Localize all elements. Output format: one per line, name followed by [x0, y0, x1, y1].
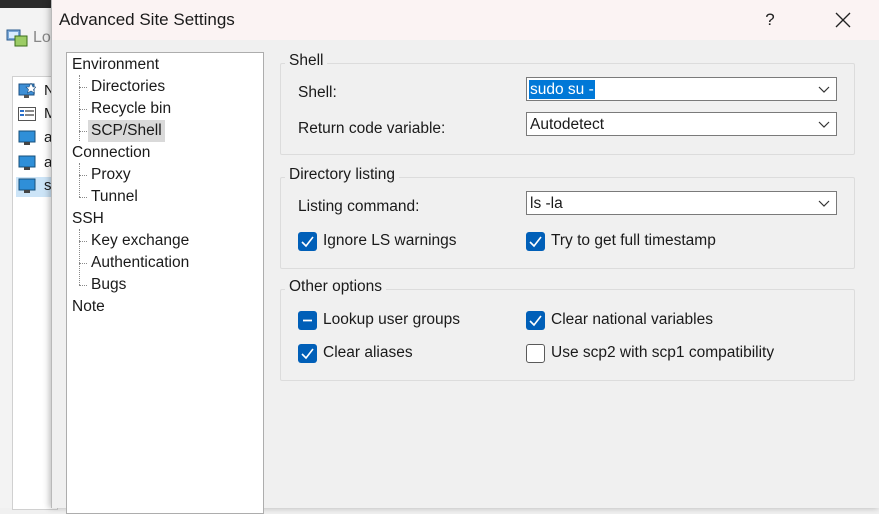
dialog-titlebar[interactable]: Advanced Site Settings ? [52, 0, 879, 40]
shell-combobox[interactable]: sudo su - [526, 77, 837, 101]
lookup-user-groups-checkbox[interactable]: Lookup user groups [298, 310, 498, 332]
site-list-item[interactable]: a [16, 129, 56, 149]
checkmark-icon [298, 344, 317, 363]
computer-icon [18, 178, 36, 193]
site-list-item-selected[interactable]: s [16, 177, 56, 197]
site-list-item[interactable]: M [16, 105, 57, 125]
help-button[interactable]: ? [752, 0, 788, 40]
scp2-compatibility-label: Use scp2 with scp1 compatibility [551, 344, 775, 361]
tree-item-connection[interactable]: Connection [72, 142, 150, 164]
computer-icon [18, 130, 36, 145]
dialog-title: Advanced Site Settings [59, 10, 235, 29]
tree-item-ssh[interactable]: SSH [72, 208, 104, 230]
full-timestamp-label: Try to get full timestamp [551, 232, 716, 249]
computer-icon [18, 155, 36, 170]
tree-connector [79, 87, 87, 88]
checkmark-icon [526, 232, 545, 251]
return-code-combobox[interactable]: Autodetect [526, 112, 837, 136]
tree-connector [79, 241, 87, 242]
shell-group-title: Shell [285, 52, 328, 70]
clear-national-variables-label: Clear national variables [551, 311, 713, 328]
tree-connector [79, 163, 80, 197]
tree-connector [79, 131, 87, 132]
other-options-group: Other options Lookup user groups Clear n… [280, 278, 855, 381]
chevron-down-icon[interactable] [818, 118, 830, 130]
tree-item-key-exchange[interactable]: Key exchange [91, 230, 189, 252]
checkmark-icon [526, 311, 545, 330]
login-button-label[interactable]: Lo [33, 29, 51, 47]
chevron-down-icon[interactable] [818, 83, 830, 95]
shell-group: Shell Shell: sudo su - Return code varia… [280, 52, 855, 155]
tree-connector [79, 263, 87, 264]
settings-tree[interactable]: Environment Directories Recycle bin SCP/… [66, 52, 264, 514]
clear-national-variables-checkbox[interactable]: Clear national variables [526, 310, 756, 332]
close-icon[interactable] [820, 0, 866, 40]
ignore-ls-warnings-checkbox[interactable]: Ignore LS warnings [298, 231, 498, 253]
indeterminate-icon [298, 311, 317, 330]
tree-item-directories[interactable]: Directories [91, 76, 165, 98]
tree-item-proxy[interactable]: Proxy [91, 164, 131, 186]
manage-list-icon [18, 107, 36, 121]
tree-item-scp-shell[interactable]: SCP/Shell [88, 120, 165, 142]
tree-item-tunnel[interactable]: Tunnel [91, 186, 138, 208]
return-code-value: Autodetect [530, 116, 605, 133]
tree-connector [79, 229, 80, 285]
tree-connector [79, 109, 87, 110]
clear-aliases-checkbox[interactable]: Clear aliases [298, 343, 498, 365]
chevron-down-icon[interactable] [818, 197, 830, 209]
tree-item-recycle-bin[interactable]: Recycle bin [91, 98, 171, 120]
lookup-user-groups-label: Lookup user groups [323, 311, 461, 328]
clear-aliases-label: Clear aliases [323, 344, 413, 361]
advanced-site-settings-dialog: Advanced Site Settings ? Environment Dir… [51, 0, 879, 514]
tree-item-bugs[interactable]: Bugs [91, 274, 126, 296]
new-site-icon [18, 83, 36, 98]
tree-item-note[interactable]: Note [72, 296, 105, 318]
site-list-item[interactable]: N [16, 82, 56, 102]
full-timestamp-checkbox[interactable]: Try to get full timestamp [526, 231, 756, 253]
listing-command-combobox[interactable]: ls -la [526, 191, 837, 215]
tree-item-authentication[interactable]: Authentication [91, 252, 189, 274]
directory-listing-group-title: Directory listing [285, 166, 399, 184]
tree-item-environment[interactable]: Environment [72, 54, 159, 76]
tree-connector [79, 175, 87, 176]
tree-connector [79, 197, 87, 198]
tree-connector [79, 285, 87, 286]
directory-listing-group: Directory listing Listing command: ls -l… [280, 166, 855, 269]
site-list-item[interactable]: a [16, 154, 56, 174]
login-icon[interactable] [6, 27, 28, 47]
ignore-ls-warnings-label: Ignore LS warnings [323, 232, 457, 249]
other-options-group-title: Other options [285, 278, 387, 296]
listing-command-value: ls -la [530, 195, 563, 212]
scp2-compatibility-checkbox[interactable]: Use scp2 with scp1 compatibility [526, 343, 806, 365]
shell-label: Shell: [298, 84, 337, 101]
checkmark-icon [298, 232, 317, 251]
empty-checkbox-icon [526, 344, 545, 363]
shell-value: sudo su - [529, 80, 595, 99]
return-code-label: Return code variable: [298, 120, 446, 137]
listing-command-label: Listing command: [298, 198, 420, 215]
